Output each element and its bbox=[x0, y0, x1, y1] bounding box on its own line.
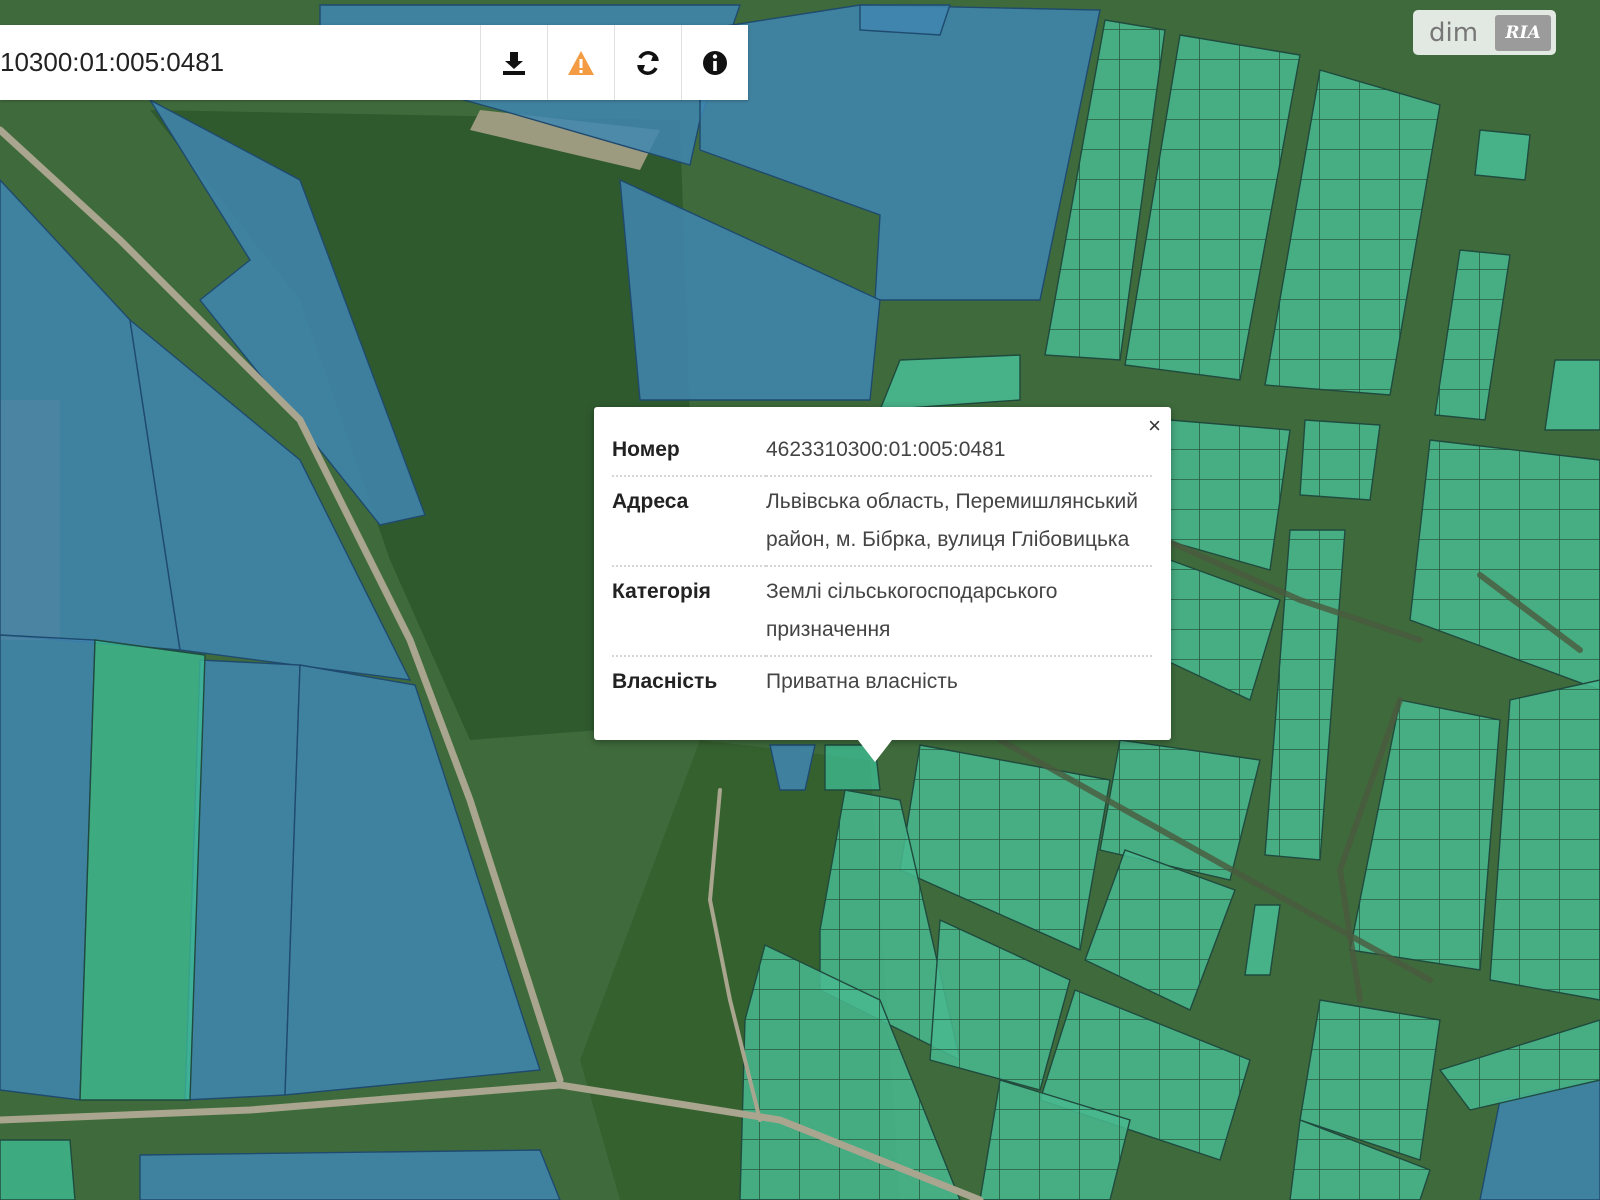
parcel-block[interactable] bbox=[1544, 359, 1600, 431]
parcel-block[interactable] bbox=[1474, 129, 1531, 181]
info-value: Львівська область, Перемишлянський район… bbox=[766, 475, 1152, 566]
watermark-ria-logo: RIA bbox=[1495, 14, 1551, 51]
parcel[interactable] bbox=[859, 4, 951, 36]
parcel-block[interactable] bbox=[1299, 419, 1381, 501]
cadastre-number-input[interactable] bbox=[0, 25, 480, 100]
info-row: Адреса Львівська область, Перемишлянськи… bbox=[612, 475, 1152, 566]
parcel[interactable] bbox=[139, 1149, 561, 1200]
info-icon bbox=[703, 50, 727, 75]
cadastre-toolbar bbox=[0, 25, 748, 100]
parcel-info-popup: × Номер 4623310300:01:005:0481 Адреса Ль… bbox=[594, 407, 1171, 762]
parcel[interactable] bbox=[79, 639, 206, 1101]
refresh-button[interactable] bbox=[614, 25, 681, 100]
parcel[interactable] bbox=[0, 1139, 76, 1200]
info-value: Приватна власність bbox=[766, 655, 1152, 707]
info-label: Категорія bbox=[612, 565, 766, 656]
watermark-dim: dim bbox=[1429, 17, 1479, 48]
info-label: Власність bbox=[612, 655, 766, 707]
info-row: Номер 4623310300:01:005:0481 bbox=[612, 425, 1152, 476]
info-button[interactable] bbox=[681, 25, 748, 100]
info-row: Категорія Землі сільськогосподарського п… bbox=[612, 565, 1152, 656]
info-value: 4623310300:01:005:0481 bbox=[766, 438, 1006, 461]
warning-icon bbox=[568, 50, 594, 75]
parcel-block[interactable] bbox=[878, 354, 1021, 411]
parcel[interactable] bbox=[0, 634, 96, 1101]
dim-ria-watermark: dim RIA bbox=[1413, 10, 1556, 55]
download-icon bbox=[503, 51, 525, 75]
parcel-info-table: Номер 4623310300:01:005:0481 Адреса Льві… bbox=[612, 425, 1152, 707]
info-label: Адреса bbox=[612, 475, 766, 566]
info-value: Землі сільськогосподарського призначення bbox=[766, 565, 1152, 656]
report-error-button[interactable] bbox=[547, 25, 614, 100]
info-row: Власність Приватна власність bbox=[612, 655, 1152, 707]
refresh-icon bbox=[637, 50, 659, 75]
info-label: Номер bbox=[612, 438, 680, 461]
download-button[interactable] bbox=[480, 25, 547, 100]
popup-pointer bbox=[858, 740, 892, 762]
